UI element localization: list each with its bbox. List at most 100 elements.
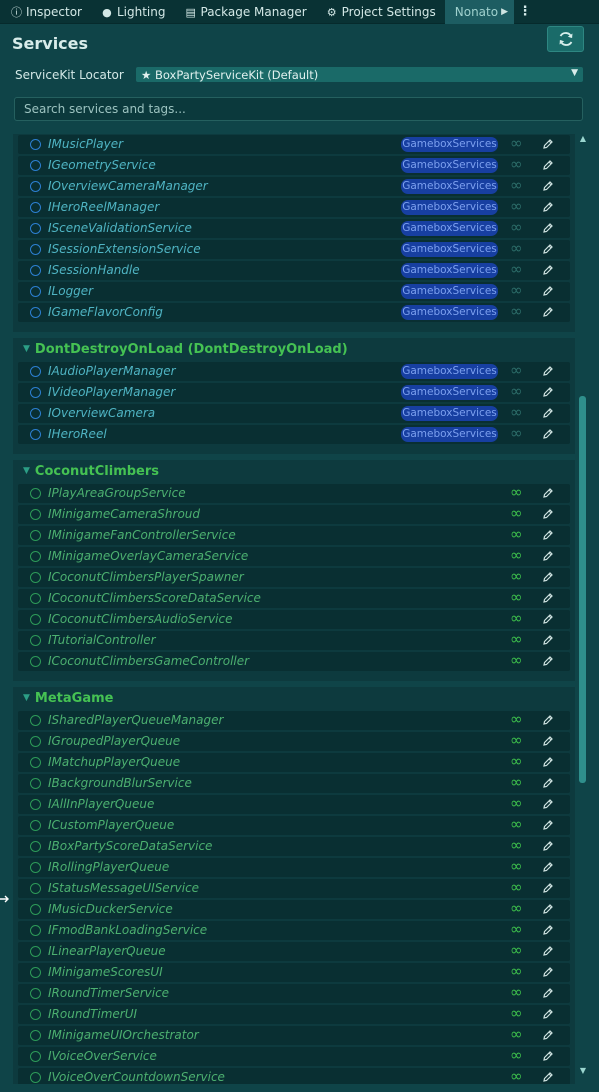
pencil-icon[interactable]	[542, 945, 554, 957]
service-row[interactable]: IMinigameScoresUI ∞	[18, 962, 570, 982]
infinity-icon[interactable]: ∞	[510, 857, 523, 875]
service-tag[interactable]: GameboxServices	[401, 427, 498, 442]
infinity-icon[interactable]: ∞	[510, 588, 523, 606]
service-row[interactable]: ITutorialController ∞	[18, 630, 570, 650]
pencil-icon[interactable]	[542, 634, 554, 646]
service-tag[interactable]: GameboxServices	[401, 242, 498, 257]
search-input[interactable]: Search services and tags...	[14, 97, 583, 121]
service-row[interactable]: ICustomPlayerQueue ∞	[18, 815, 570, 835]
pencil-icon[interactable]	[542, 508, 554, 520]
group-header[interactable]: ▼ CoconutClimbers	[13, 460, 575, 482]
infinity-icon[interactable]: ∞	[510, 546, 523, 564]
service-row[interactable]: IOverviewCamera GameboxServices ∞	[18, 403, 570, 423]
pencil-icon[interactable]	[542, 138, 554, 150]
infinity-icon[interactable]: ∞	[510, 155, 523, 173]
pencil-icon[interactable]	[542, 306, 554, 318]
infinity-icon[interactable]: ∞	[510, 1046, 523, 1064]
more-menu-icon[interactable]: ⋮	[514, 0, 536, 23]
tab-nonato[interactable]: Nonato ▶	[444, 0, 514, 24]
infinity-icon[interactable]: ∞	[510, 941, 523, 959]
pencil-icon[interactable]	[542, 613, 554, 625]
service-row[interactable]: IGroupedPlayerQueue ∞	[18, 731, 570, 751]
pencil-icon[interactable]	[542, 487, 554, 499]
expand-triangle-icon[interactable]: ▼	[23, 466, 30, 476]
locator-dropdown[interactable]: ★ BoxPartyServiceKit (Default) ▼	[136, 67, 583, 82]
service-row[interactable]: ICoconutClimbersScoreDataService ∞	[18, 588, 570, 608]
service-row[interactable]: IVoiceOverCountdownService ∞	[18, 1067, 570, 1084]
infinity-icon[interactable]: ∞	[510, 710, 523, 728]
pencil-icon[interactable]	[542, 180, 554, 192]
service-row[interactable]: IMusicDuckerService ∞	[18, 899, 570, 919]
service-row[interactable]: IMusicPlayer GameboxServices ∞	[18, 134, 570, 154]
service-row[interactable]: ILinearPlayerQueue ∞	[18, 941, 570, 961]
pencil-icon[interactable]	[542, 222, 554, 234]
pencil-icon[interactable]	[542, 903, 554, 915]
services-list[interactable]: IMusicPlayer GameboxServices ∞ IGeometrySer…	[13, 134, 575, 1084]
pencil-icon[interactable]	[542, 1050, 554, 1062]
service-row[interactable]: IHeroReel GameboxServices ∞	[18, 424, 570, 444]
pencil-icon[interactable]	[542, 777, 554, 789]
pencil-icon[interactable]	[542, 201, 554, 213]
pencil-icon[interactable]	[542, 819, 554, 831]
service-row[interactable]: IBackgroundBlurService ∞	[18, 773, 570, 793]
service-row[interactable]: IHeroReelManager GameboxServices ∞	[18, 197, 570, 217]
service-row[interactable]: ICoconutClimbersAudioService ∞	[18, 609, 570, 629]
pencil-icon[interactable]	[542, 966, 554, 978]
scroll-up-icon[interactable]: ▲	[578, 134, 588, 144]
infinity-icon[interactable]: ∞	[510, 239, 523, 257]
pencil-icon[interactable]	[542, 243, 554, 255]
infinity-icon[interactable]: ∞	[510, 281, 523, 299]
pencil-icon[interactable]	[542, 407, 554, 419]
infinity-icon[interactable]: ∞	[510, 836, 523, 854]
infinity-icon[interactable]: ∞	[510, 424, 523, 442]
tab-project-settings[interactable]: ⚙ Project Settings	[316, 0, 445, 24]
service-row[interactable]: IVoiceOverService ∞	[18, 1046, 570, 1066]
infinity-icon[interactable]: ∞	[510, 752, 523, 770]
service-row[interactable]: ISessionExtensionService GameboxServices ∞	[18, 239, 570, 259]
service-row[interactable]: IOverviewCameraManager GameboxServices ∞	[18, 176, 570, 196]
pencil-icon[interactable]	[542, 798, 554, 810]
refresh-button[interactable]	[547, 26, 584, 52]
service-row[interactable]: IRoundTimerService ∞	[18, 983, 570, 1003]
tab-lighting[interactable]: ● Lighting	[91, 0, 175, 24]
pencil-icon[interactable]	[542, 264, 554, 276]
pencil-icon[interactable]	[542, 529, 554, 541]
service-row[interactable]: IRollingPlayerQueue ∞	[18, 857, 570, 877]
group-header[interactable]: ▼ MetaGame	[13, 687, 575, 709]
service-tag[interactable]: GameboxServices	[401, 158, 498, 173]
expand-triangle-icon[interactable]: ▼	[23, 693, 30, 703]
chevron-right-icon[interactable]: ▶	[501, 7, 508, 17]
service-row[interactable]: IAllInPlayerQueue ∞	[18, 794, 570, 814]
pencil-icon[interactable]	[542, 550, 554, 562]
infinity-icon[interactable]: ∞	[510, 878, 523, 896]
infinity-icon[interactable]: ∞	[510, 525, 523, 543]
infinity-icon[interactable]: ∞	[510, 731, 523, 749]
infinity-icon[interactable]: ∞	[510, 403, 523, 421]
infinity-icon[interactable]: ∞	[510, 302, 523, 320]
service-tag[interactable]: GameboxServices	[401, 200, 498, 215]
scroll-down-icon[interactable]: ▼	[578, 1066, 588, 1076]
pencil-icon[interactable]	[542, 861, 554, 873]
pencil-icon[interactable]	[542, 365, 554, 377]
service-row[interactable]: IVideoPlayerManager GameboxServices ∞	[18, 382, 570, 402]
infinity-icon[interactable]: ∞	[510, 134, 523, 152]
service-tag[interactable]: GameboxServices	[401, 263, 498, 278]
service-tag[interactable]: GameboxServices	[401, 179, 498, 194]
infinity-icon[interactable]: ∞	[510, 361, 523, 379]
service-row[interactable]: IMinigameOverlayCameraService ∞	[18, 546, 570, 566]
infinity-icon[interactable]: ∞	[510, 651, 523, 669]
service-tag[interactable]: GameboxServices	[401, 221, 498, 236]
service-row[interactable]: IGeometryService GameboxServices ∞	[18, 155, 570, 175]
pencil-icon[interactable]	[542, 159, 554, 171]
infinity-icon[interactable]: ∞	[510, 983, 523, 1001]
pencil-icon[interactable]	[542, 428, 554, 440]
pencil-icon[interactable]	[542, 987, 554, 999]
infinity-icon[interactable]: ∞	[510, 218, 523, 236]
pencil-icon[interactable]	[542, 882, 554, 894]
service-tag[interactable]: GameboxServices	[401, 364, 498, 379]
infinity-icon[interactable]: ∞	[510, 197, 523, 215]
service-row[interactable]: IMinigameUIOrchestrator ∞	[18, 1025, 570, 1045]
service-row[interactable]: IMinigameFanControllerService ∞	[18, 525, 570, 545]
service-row[interactable]: IStatusMessageUIService ∞	[18, 878, 570, 898]
pencil-icon[interactable]	[542, 655, 554, 667]
